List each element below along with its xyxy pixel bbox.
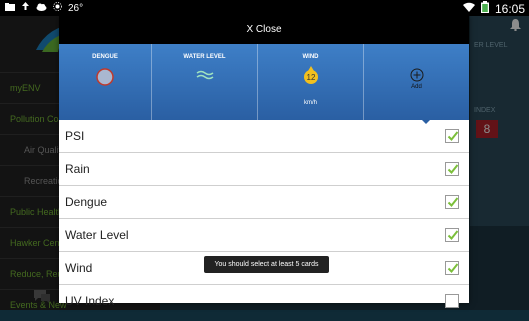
option-row-rain[interactable]: Rain — [59, 153, 469, 186]
card-dengue[interactable]: DENGUE — [59, 44, 152, 120]
status-bar: 26° 16:05 — [0, 0, 529, 16]
option-label: PSI — [65, 129, 85, 143]
wifi-icon — [462, 2, 475, 15]
upload-icon — [21, 2, 30, 14]
option-checkbox[interactable] — [445, 129, 459, 143]
toast-message: You should select at least 5 cards — [204, 256, 329, 273]
battery-icon — [480, 1, 489, 16]
card-wind[interactable]: WIND 12 km/h — [258, 44, 364, 120]
cloud-icon — [36, 3, 47, 14]
clock: 16:05 — [494, 1, 525, 16]
wind-unit: km/h — [303, 100, 317, 106]
dengue-status-icon — [96, 68, 114, 91]
option-label: UV Index — [65, 294, 115, 308]
card-water-level[interactable]: WATER LEVEL — [152, 44, 258, 120]
option-row-dengue[interactable]: Dengue — [59, 186, 469, 219]
water-wave-icon — [196, 68, 214, 86]
card-add[interactable]: Add — [364, 44, 469, 120]
temperature-text: 26° — [68, 2, 84, 14]
sun-icon — [53, 2, 62, 14]
option-label: Dengue — [65, 195, 108, 209]
option-checkbox[interactable] — [445, 195, 459, 209]
option-row-psi[interactable]: PSI — [59, 120, 469, 153]
card-title: DENGUE — [92, 54, 118, 60]
card-title: WATER LEVEL — [183, 54, 226, 60]
option-checkbox[interactable] — [445, 228, 459, 242]
wind-badge-icon: 12 — [302, 66, 320, 91]
option-checkbox[interactable] — [445, 294, 459, 308]
card-options-list: PSI Rain Dengue Water Level Wind UV Inde… — [59, 120, 469, 318]
option-label: Water Level — [65, 228, 129, 242]
folder-icon — [5, 2, 15, 14]
wind-speed-value: 12 — [306, 73, 315, 82]
option-row-water-level[interactable]: Water Level — [59, 219, 469, 252]
option-label: Wind — [65, 261, 93, 275]
card-title: WIND — [302, 54, 319, 60]
close-button[interactable]: X Close — [59, 16, 469, 44]
option-checkbox[interactable] — [445, 261, 459, 275]
option-checkbox[interactable] — [445, 162, 459, 176]
add-label: Add — [411, 84, 422, 90]
option-row-uv-index[interactable]: UV Index — [59, 285, 469, 318]
option-label: Rain — [65, 162, 90, 176]
card-strip: DENGUE WATER LEVEL WIND 12 km/h Add — [59, 44, 469, 120]
